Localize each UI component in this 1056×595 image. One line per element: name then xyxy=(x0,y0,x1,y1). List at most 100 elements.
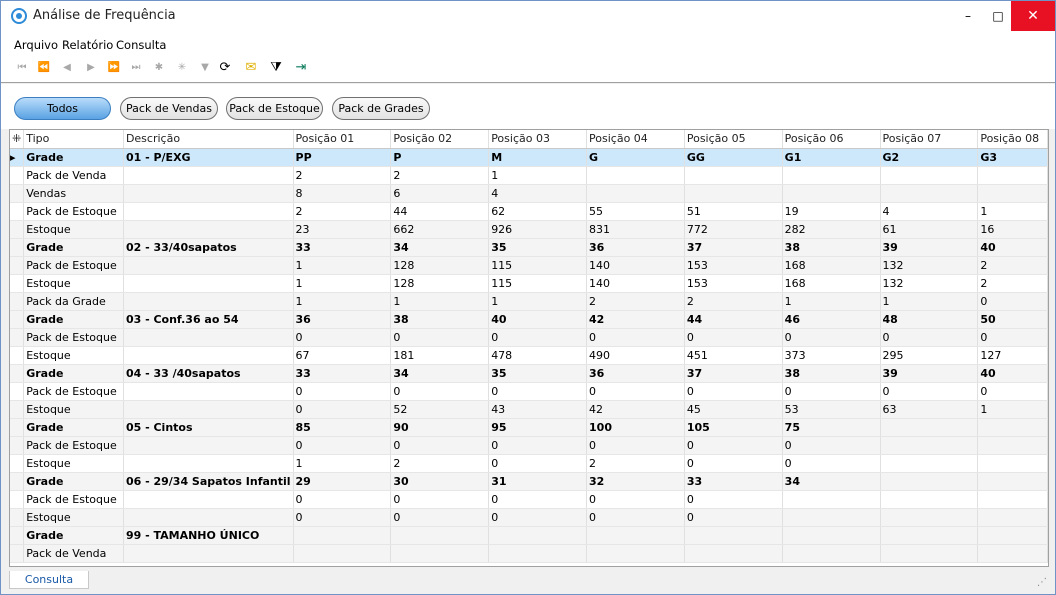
table-cell[interactable]: 140 xyxy=(586,256,685,275)
table-cell[interactable]: 30 xyxy=(390,472,490,491)
table-cell[interactable] xyxy=(293,526,392,545)
table-cell[interactable]: 662 xyxy=(390,220,490,239)
table-cell[interactable] xyxy=(684,526,783,545)
table-row[interactable]: Estoque 0 0 0 0 0 xyxy=(10,508,1048,527)
table-cell[interactable]: 0 xyxy=(488,454,588,473)
table-cell[interactable]: 0 xyxy=(293,328,392,347)
table-cell[interactable]: 0 xyxy=(488,490,588,509)
table-cell[interactable] xyxy=(488,544,588,563)
table-row[interactable]: Pack de Estoque 0 0 0 0 0 xyxy=(10,490,1048,509)
table-cell[interactable] xyxy=(586,544,685,563)
table-cell[interactable]: 128 xyxy=(390,274,490,293)
table-cell[interactable]: Grade xyxy=(23,310,124,329)
table-cell[interactable]: 95 xyxy=(488,418,588,437)
table-cell[interactable]: G1 xyxy=(782,148,881,167)
filter-todos-button[interactable]: Todos xyxy=(14,97,111,120)
table-cell[interactable] xyxy=(977,418,1048,437)
table-cell[interactable] xyxy=(586,166,685,185)
table-cell[interactable]: 46 xyxy=(782,310,881,329)
table-row[interactable]: Vendas 8 6 4 xyxy=(10,184,1048,203)
table-cell[interactable]: 50 xyxy=(977,310,1048,329)
table-cell[interactable]: Pack de Estoque xyxy=(23,436,124,455)
table-cell[interactable]: Estoque xyxy=(23,346,124,365)
table-cell[interactable]: 34 xyxy=(782,472,881,491)
table-cell[interactable] xyxy=(880,184,979,203)
table-cell[interactable]: 40 xyxy=(977,364,1048,383)
table-cell[interactable]: Vendas xyxy=(23,184,124,203)
row-indicator[interactable] xyxy=(10,166,25,185)
table-cell[interactable]: Estoque xyxy=(23,454,124,473)
table-cell[interactable]: 2 xyxy=(977,256,1048,275)
table-cell[interactable]: 8 xyxy=(293,184,392,203)
table-row[interactable]: Pack de Estoque 0 0 0 0 0 0 0 0 xyxy=(10,328,1048,347)
table-cell[interactable]: 0 xyxy=(880,328,979,347)
table-cell[interactable]: Grade xyxy=(23,418,124,437)
table-cell[interactable]: 105 xyxy=(684,418,783,437)
table-cell[interactable]: 37 xyxy=(684,238,783,257)
table-cell[interactable] xyxy=(586,184,685,203)
row-indicator[interactable] xyxy=(10,418,25,437)
table-cell[interactable] xyxy=(977,526,1048,545)
table-row[interactable]: Grade 05 - Cintos 85 90 95 100 105 75 xyxy=(10,418,1048,437)
table-cell[interactable]: 1 xyxy=(977,400,1048,419)
table-cell[interactable]: 38 xyxy=(782,238,881,257)
table-cell[interactable]: 36 xyxy=(293,310,392,329)
col-posicao-07[interactable]: Posição 07 xyxy=(880,130,979,149)
table-cell[interactable]: 42 xyxy=(586,400,685,419)
table-cell[interactable]: 0 xyxy=(390,436,490,455)
table-cell[interactable]: 6 xyxy=(390,184,490,203)
table-cell[interactable] xyxy=(782,184,881,203)
table-cell[interactable]: 37 xyxy=(684,364,783,383)
table-cell[interactable] xyxy=(977,184,1048,203)
table-cell[interactable] xyxy=(880,526,979,545)
menu-relatorio[interactable]: Relatório xyxy=(62,38,113,52)
table-cell[interactable] xyxy=(782,490,881,509)
table-cell[interactable] xyxy=(123,274,294,293)
table-cell[interactable]: 51 xyxy=(684,202,783,221)
table-cell[interactable]: 127 xyxy=(977,346,1048,365)
table-cell[interactable] xyxy=(880,472,979,491)
table-cell[interactable] xyxy=(123,328,294,347)
table-cell[interactable] xyxy=(684,184,783,203)
col-posicao-08[interactable]: Posição 08 xyxy=(977,130,1048,149)
menu-consulta[interactable]: Consulta xyxy=(116,38,166,52)
table-cell[interactable] xyxy=(782,544,881,563)
table-cell[interactable]: 33 xyxy=(293,238,392,257)
table-cell[interactable]: 831 xyxy=(586,220,685,239)
table-cell[interactable]: 168 xyxy=(782,256,881,275)
table-cell[interactable] xyxy=(123,382,294,401)
table-cell[interactable]: 0 xyxy=(977,382,1048,401)
table-cell[interactable]: P xyxy=(390,148,490,167)
table-cell[interactable]: 153 xyxy=(684,256,783,275)
table-cell[interactable]: 128 xyxy=(390,256,490,275)
table-cell[interactable]: 0 xyxy=(390,382,490,401)
table-cell[interactable]: G xyxy=(586,148,685,167)
table-cell[interactable]: 0 xyxy=(977,292,1048,311)
table-cell[interactable]: 01 - P/EXG xyxy=(123,148,294,167)
table-cell[interactable]: 23 xyxy=(293,220,392,239)
table-row[interactable]: Pack de Estoque 1 128 115 140 153 168 132 2 xyxy=(10,256,1048,275)
next-record-icon[interactable]: ▶ xyxy=(83,60,99,76)
table-cell[interactable] xyxy=(123,544,294,563)
table-cell[interactable]: 40 xyxy=(488,310,588,329)
table-cell[interactable]: Grade xyxy=(23,238,124,257)
table-cell[interactable]: 0 xyxy=(782,328,881,347)
table-cell[interactable]: 0 xyxy=(684,508,783,527)
table-cell[interactable]: 1 xyxy=(293,274,392,293)
table-cell[interactable]: 38 xyxy=(782,364,881,383)
row-indicator[interactable] xyxy=(10,454,25,473)
col-descricao[interactable]: Descrição xyxy=(123,130,294,149)
table-cell[interactable]: 55 xyxy=(586,202,685,221)
data-grid[interactable]: ⁜ Tipo Descrição Posição 01 Posição 02 P… xyxy=(9,129,1049,567)
table-cell[interactable] xyxy=(880,436,979,455)
row-indicator[interactable] xyxy=(10,256,25,275)
table-cell[interactable]: 1 xyxy=(293,256,392,275)
table-cell[interactable]: 0 xyxy=(684,490,783,509)
table-cell[interactable]: 44 xyxy=(390,202,490,221)
table-cell[interactable]: 04 - 33 /40sapatos xyxy=(123,364,294,383)
col-posicao-03[interactable]: Posição 03 xyxy=(488,130,588,149)
table-row[interactable]: Pack de Venda 2 2 1 xyxy=(10,166,1048,185)
table-cell[interactable]: 40 xyxy=(977,238,1048,257)
table-cell[interactable]: 05 - Cintos xyxy=(123,418,294,437)
table-cell[interactable] xyxy=(782,526,881,545)
